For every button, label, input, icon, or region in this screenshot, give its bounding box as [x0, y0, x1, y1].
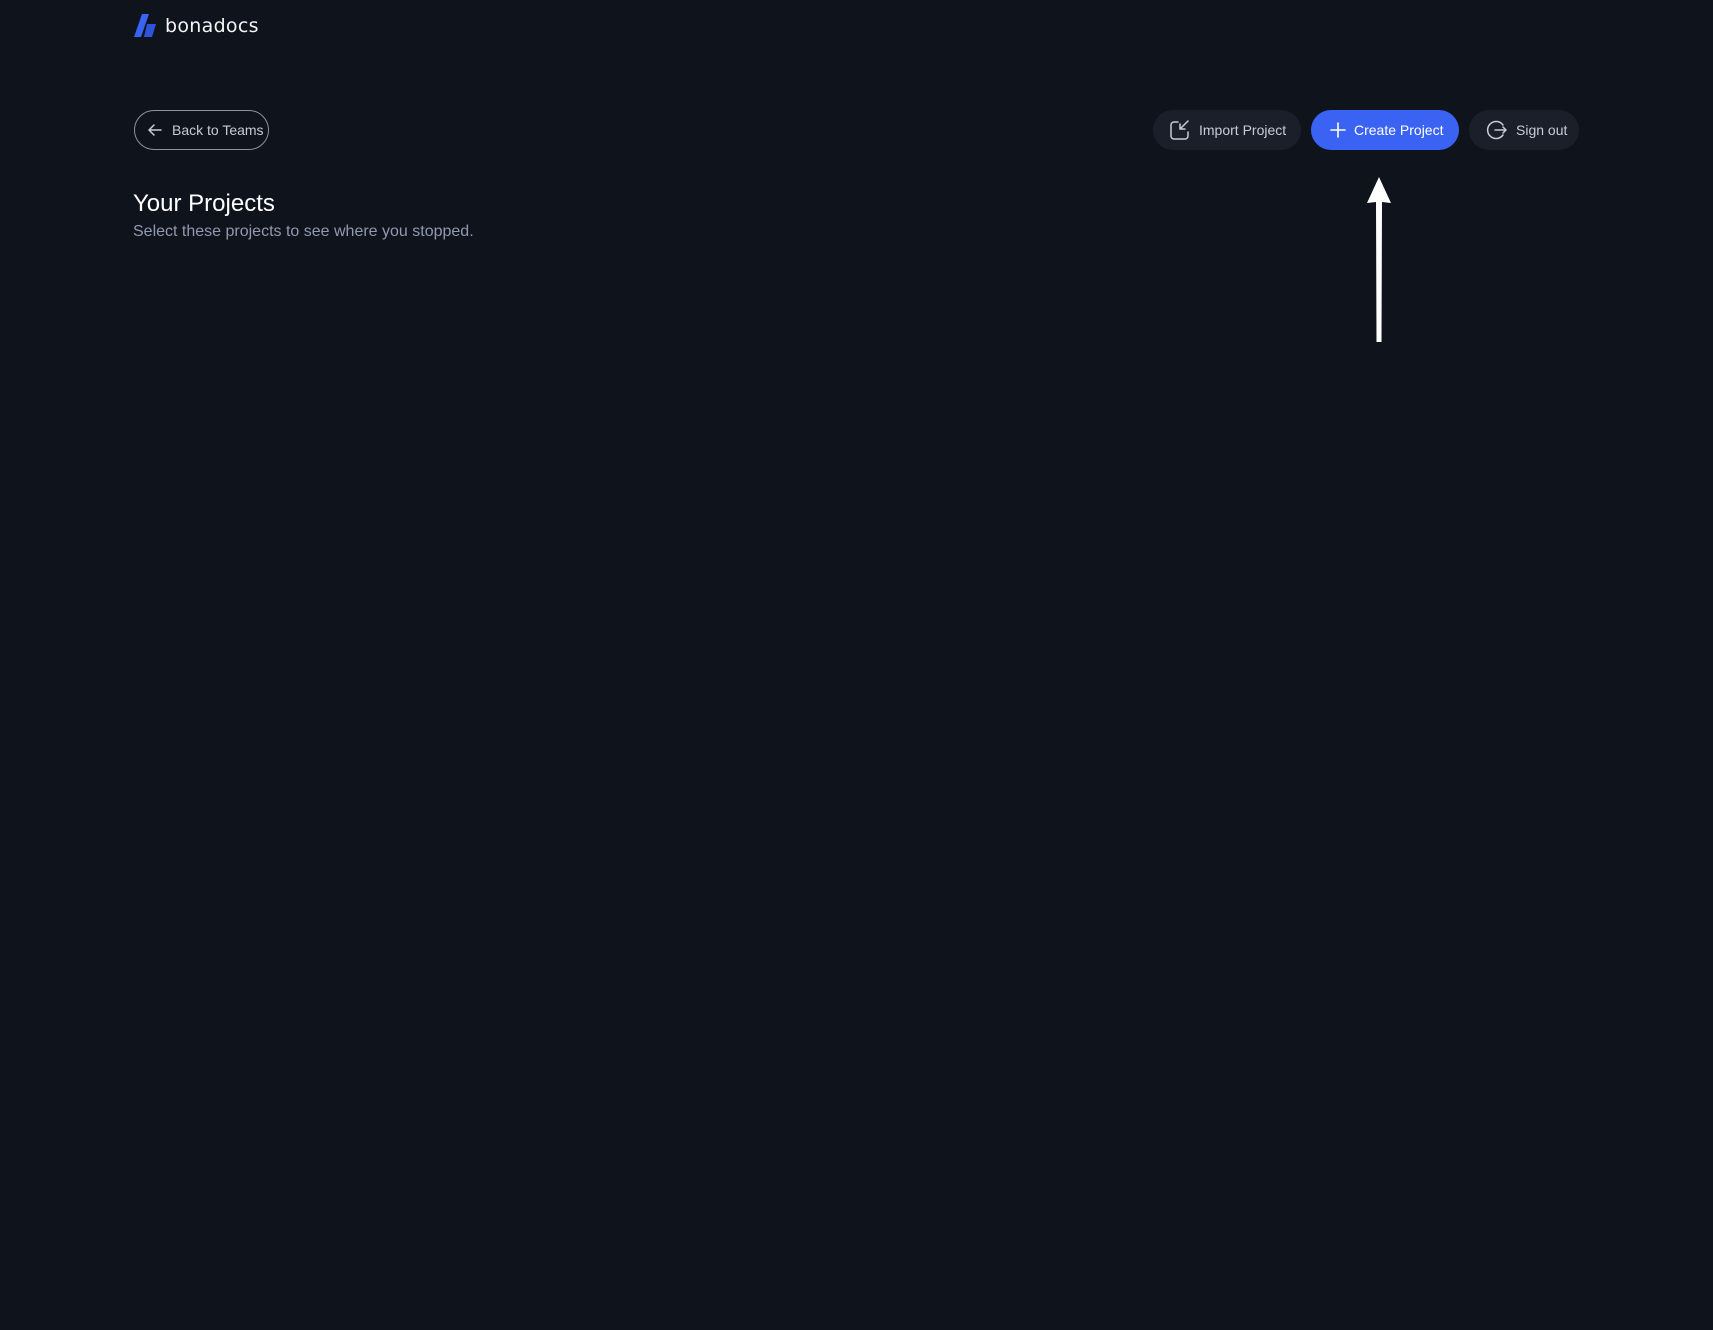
- import-project-button[interactable]: Import Project: [1153, 110, 1301, 150]
- page-subtitle: Select these projects to see where you s…: [133, 223, 474, 240]
- back-to-teams-label: Back to Teams: [172, 122, 264, 138]
- sign-out-icon: [1486, 120, 1507, 140]
- plus-icon: [1330, 122, 1346, 138]
- sign-out-button[interactable]: Sign out: [1469, 110, 1579, 150]
- annotation-arrow-icon: [1367, 177, 1391, 342]
- bonadocs-logo-icon: [134, 14, 156, 37]
- create-project-button[interactable]: Create Project: [1311, 110, 1459, 150]
- arrow-left-icon: [148, 124, 162, 136]
- create-project-label: Create Project: [1354, 122, 1444, 138]
- brand-logo[interactable]: bonadocs: [133, 13, 259, 38]
- page: bonadocs Back to Teams Import Project Cr…: [0, 0, 1713, 1330]
- page-title: Your Projects: [133, 190, 275, 217]
- import-icon: [1170, 120, 1189, 140]
- sign-out-label: Sign out: [1516, 122, 1568, 138]
- brand-name: bonadocs: [165, 14, 259, 37]
- import-project-label: Import Project: [1199, 122, 1287, 138]
- back-to-teams-button[interactable]: Back to Teams: [134, 110, 269, 150]
